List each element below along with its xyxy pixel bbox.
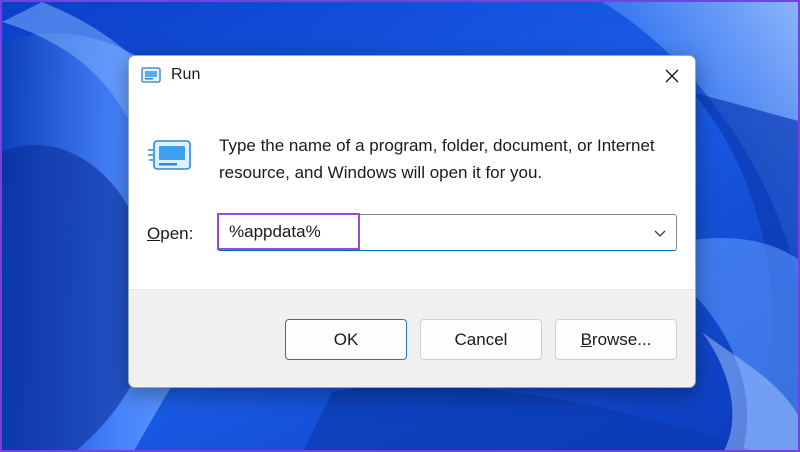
- open-combobox[interactable]: %appdata%: [217, 213, 677, 251]
- close-button[interactable]: [649, 56, 695, 96]
- cancel-button[interactable]: Cancel: [420, 319, 542, 360]
- title-bar[interactable]: Run: [129, 56, 695, 96]
- chevron-down-icon[interactable]: [650, 223, 670, 243]
- open-label-text: pen:: [160, 224, 194, 243]
- open-input[interactable]: %appdata%: [217, 213, 360, 250]
- browse-accelerator: B: [580, 329, 592, 349]
- browse-button[interactable]: Browse...: [555, 319, 677, 360]
- run-dialog: Run Type the name of a program, folder, …: [128, 55, 696, 388]
- dialog-description: Type the name of a program, folder, docu…: [219, 136, 655, 182]
- ok-button[interactable]: OK: [285, 319, 407, 360]
- button-bar: OK Cancel Browse...: [129, 289, 695, 387]
- close-icon: [665, 69, 679, 83]
- run-icon: [148, 140, 191, 170]
- dialog-content: Type the name of a program, folder, docu…: [129, 96, 695, 289]
- open-label: Open:: [147, 224, 193, 244]
- browse-label: rowse...: [591, 329, 652, 349]
- screenshot-frame: Run Type the name of a program, folder, …: [0, 0, 800, 452]
- open-label-accelerator: O: [147, 224, 161, 243]
- run-icon: [141, 67, 161, 83]
- dialog-title: Run: [171, 66, 201, 83]
